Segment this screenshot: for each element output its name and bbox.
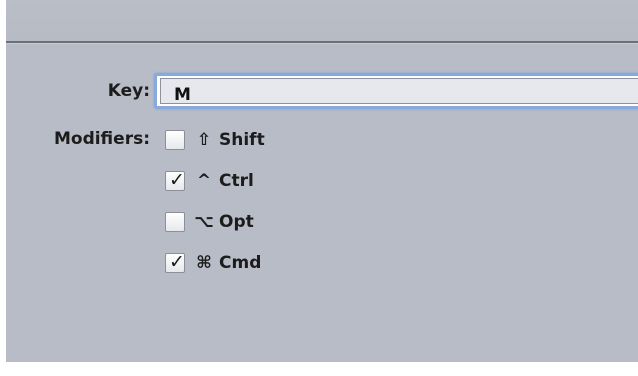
- key-input-value: M: [174, 85, 191, 105]
- opt-label: Opt: [219, 212, 254, 232]
- shift-checkbox[interactable]: [165, 130, 185, 150]
- key-input[interactable]: M: [154, 73, 638, 109]
- ctrl-checkbox[interactable]: ✓: [165, 169, 185, 191]
- shift-key-icon: ⇧: [196, 130, 212, 150]
- modifier-row-ctrl[interactable]: ✓ ^ Ctrl: [165, 167, 254, 195]
- checkmark-icon: ✓: [169, 169, 185, 191]
- cmd-checkbox[interactable]: ✓: [165, 251, 185, 273]
- key-label: Key:: [107, 81, 150, 101]
- modifier-row-opt[interactable]: ⌥ Opt: [165, 208, 254, 236]
- checkmark-icon: ✓: [169, 251, 185, 273]
- control-key-icon: ^: [196, 171, 212, 191]
- shift-label: Shift: [219, 130, 265, 150]
- command-key-icon: ⌘: [196, 253, 212, 273]
- modifier-row-shift[interactable]: ⇧ Shift: [165, 126, 265, 154]
- key-input-inner[interactable]: M: [160, 78, 638, 105]
- separator-highlight: [6, 43, 638, 44]
- opt-checkbox[interactable]: [165, 212, 185, 232]
- modifier-row-cmd[interactable]: ✓ ⌘ Cmd: [165, 249, 261, 277]
- modifiers-label: Modifiers:: [53, 129, 150, 149]
- top-strip: [6, 0, 638, 41]
- option-key-icon: ⌥: [194, 212, 214, 232]
- ctrl-label: Ctrl: [219, 171, 254, 191]
- shortcut-editor-panel: Key: M Modifiers: ⇧ Shift ✓ ^ Ctrl ⌥ Opt…: [6, 0, 638, 362]
- cmd-label: Cmd: [219, 253, 262, 273]
